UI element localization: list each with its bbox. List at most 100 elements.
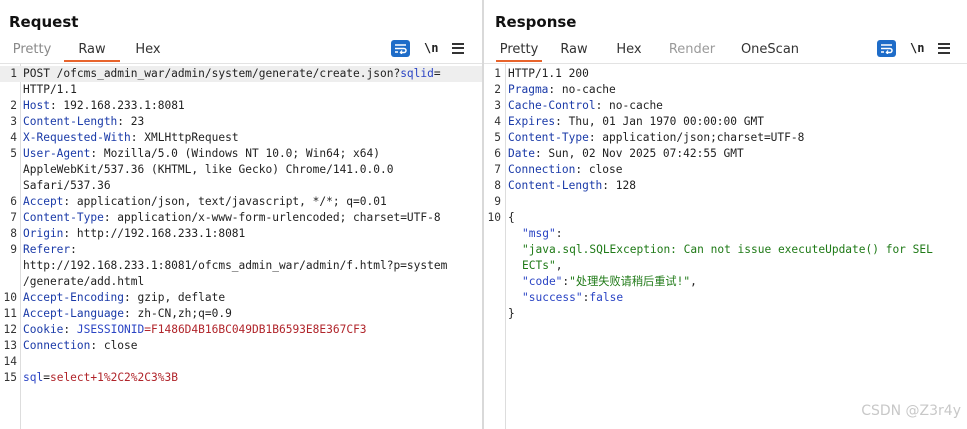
code-token: : application/json;charset=UTF-8 [588, 131, 805, 144]
code-token: HTTP/1.1 [23, 83, 77, 96]
response-tab-raw[interactable]: Raw [542, 38, 606, 62]
line-text: Content-Type: application/x-www-form-url… [23, 210, 441, 226]
response-code-line: 4 Expires: Thu, 01 Jan 1970 00:00:00 GMT [484, 114, 967, 130]
code-token: : close [575, 163, 623, 176]
word-wrap-icon [881, 43, 893, 54]
line-text: Connection: close [23, 338, 138, 354]
response-code-line: 7 Connection: close [484, 162, 967, 178]
request-wrap-button[interactable] [391, 39, 410, 57]
code-token: : Sun, 02 Nov 2025 07:42:55 GMT [534, 147, 744, 160]
response-code-line: 5 Content-Type: application/json;charset=… [484, 130, 967, 146]
line-text: AppleWebKit/537.36 (KHTML, like Gecko) C… [23, 162, 393, 178]
line-text: Date: Sun, 02 Nov 2025 07:42:55 GMT [508, 146, 744, 162]
line-text: Accept: application/json, text/javascrip… [23, 194, 387, 210]
line-number: 3 [494, 99, 501, 112]
line-number: 8 [494, 179, 501, 192]
line-number: 1 [10, 67, 17, 80]
request-code-line: 15 sql=select+1%2C2%2C3%3B [0, 370, 482, 386]
response-code-line: 6 Date: Sun, 02 Nov 2025 07:42:55 GMT [484, 146, 967, 162]
line-text: "success":false [522, 290, 623, 306]
request-code-line: Safari/537.36 [0, 178, 482, 194]
code-token: X-Requested-With [23, 131, 131, 144]
line-number: 1 [494, 67, 501, 80]
response-code-line: "code":"处理失败请稍后重试!", [484, 274, 967, 290]
code-token: AppleWebKit/537.36 (KHTML, like Gecko) C… [23, 163, 394, 176]
line-text: Content-Type: application/json;charset=U… [508, 130, 804, 146]
code-token: POST /ofcms_admin_war/admin/system/gener… [23, 67, 401, 80]
response-tab-pretty[interactable]: Pretty [496, 38, 542, 62]
response-menu-icon[interactable] [938, 42, 951, 54]
response-code-line: "java.sql.SQLException: Can not issue ex… [484, 242, 967, 258]
code-token: Accept [23, 195, 64, 208]
request-menu-icon[interactable] [452, 42, 465, 54]
line-number: 8 [10, 227, 17, 240]
line-text: Content-Length: 128 [508, 178, 636, 194]
request-tab-pretty[interactable]: Pretty [0, 38, 64, 62]
code-token: : Mozilla/5.0 (Windows NT 10.0; Win64; x… [90, 147, 380, 160]
code-token: Connection [23, 339, 91, 352]
code-token: : application/x-www-form-urlencoded; cha… [103, 211, 441, 224]
code-token: : close [90, 339, 138, 352]
request-code-line: 10 Accept-Encoding: gzip, deflate [0, 290, 482, 306]
line-number: 12 [3, 323, 17, 336]
line-text: X-Requested-With: XMLHttpRequest [23, 130, 239, 146]
code-token: : application/json, text/javascript, */*… [63, 195, 387, 208]
response-code-line: "msg": [484, 226, 967, 242]
newline-toggle-icon[interactable]: \n [910, 41, 924, 55]
line-text: "code":"处理失败请稍后重试!", [522, 274, 697, 290]
code-token: HTTP/1.1 200 [508, 67, 589, 80]
code-token: false [589, 291, 624, 304]
line-number: 13 [3, 339, 17, 352]
code-token: Expires [508, 115, 556, 128]
newline-toggle-icon[interactable]: \n [424, 41, 438, 55]
code-token: Host [23, 99, 50, 112]
request-pane: Request Pretty Raw Hex \n 1 POST /ofcms_a… [0, 0, 482, 429]
code-token: Accept-Language [23, 307, 125, 320]
code-token: { [508, 211, 515, 224]
response-tab-hex[interactable]: Hex [606, 38, 652, 62]
response-code-line: } [484, 306, 967, 322]
request-tab-hex[interactable]: Hex [120, 38, 176, 62]
response-code-line: 10 { [484, 210, 967, 226]
request-code-line: 9 Referer: [0, 242, 482, 258]
code-token: select+1%2C2%2C3%3B [49, 371, 178, 384]
line-text: } [508, 306, 515, 322]
response-editor[interactable]: 1 HTTP/1.1 200 2 Pragma: no-cache 3 Cache-Con… [484, 63, 967, 429]
code-token: "java.sql.SQLException: Can not issue ex… [522, 243, 933, 256]
request-code-line: 13 Connection: close [0, 338, 482, 354]
line-text: /generate/add.html [23, 274, 144, 290]
line-number: 9 [10, 243, 17, 256]
line-text: http://192.168.233.1:8081/ofcms_admin_wa… [23, 258, 447, 274]
request-code-line: HTTP/1.1 [0, 82, 482, 98]
code-token: Accept-Encoding [23, 291, 125, 304]
line-text: POST /ofcms_admin_war/admin/system/gener… [23, 66, 441, 82]
request-code-line: 4 X-Requested-With: XMLHttpRequest [0, 130, 482, 146]
response-title: Response [495, 13, 577, 31]
response-wrap-button[interactable] [877, 39, 896, 57]
code-token: Connection [508, 163, 576, 176]
line-text: Accept-Encoding: gzip, deflate [23, 290, 225, 306]
code-token: sqlid [400, 67, 434, 80]
line-text: HTTP/1.1 200 [508, 66, 589, 82]
code-token: , [555, 259, 563, 272]
response-tab-render[interactable]: Render [652, 38, 732, 62]
code-token: : http://192.168.233.1:8081 [63, 227, 246, 240]
request-code-line: 3 Content-Length: 23 [0, 114, 482, 130]
line-number: 5 [494, 131, 501, 144]
code-token: Cookie [23, 323, 64, 336]
request-code-line: 11 Accept-Language: zh-CN,zh;q=0.9 [0, 306, 482, 322]
request-code-line: 7 Content-Type: application/x-www-form-ur… [0, 210, 482, 226]
line-text: Cookie: JSESSIONID=F1486D4B16BC049DB1B65… [23, 322, 367, 338]
line-number: 3 [10, 115, 17, 128]
response-tab-onescan[interactable]: OneScan [732, 38, 808, 62]
request-code-line: 14 [0, 354, 482, 370]
request-code-line: AppleWebKit/537.36 (KHTML, like Gecko) C… [0, 162, 482, 178]
request-editor[interactable]: 1 POST /ofcms_admin_war/admin/system/gene… [0, 63, 482, 429]
request-tab-raw[interactable]: Raw [64, 38, 120, 62]
line-text: "java.sql.SQLException: Can not issue ex… [522, 242, 933, 258]
code-token: : 192.168.233.1:8081 [49, 99, 185, 112]
code-token: Content-Type [23, 211, 104, 224]
line-number: 10 [3, 291, 17, 304]
word-wrap-icon [395, 43, 407, 54]
request-code-line: 6 Accept: application/json, text/javascri… [0, 194, 482, 210]
